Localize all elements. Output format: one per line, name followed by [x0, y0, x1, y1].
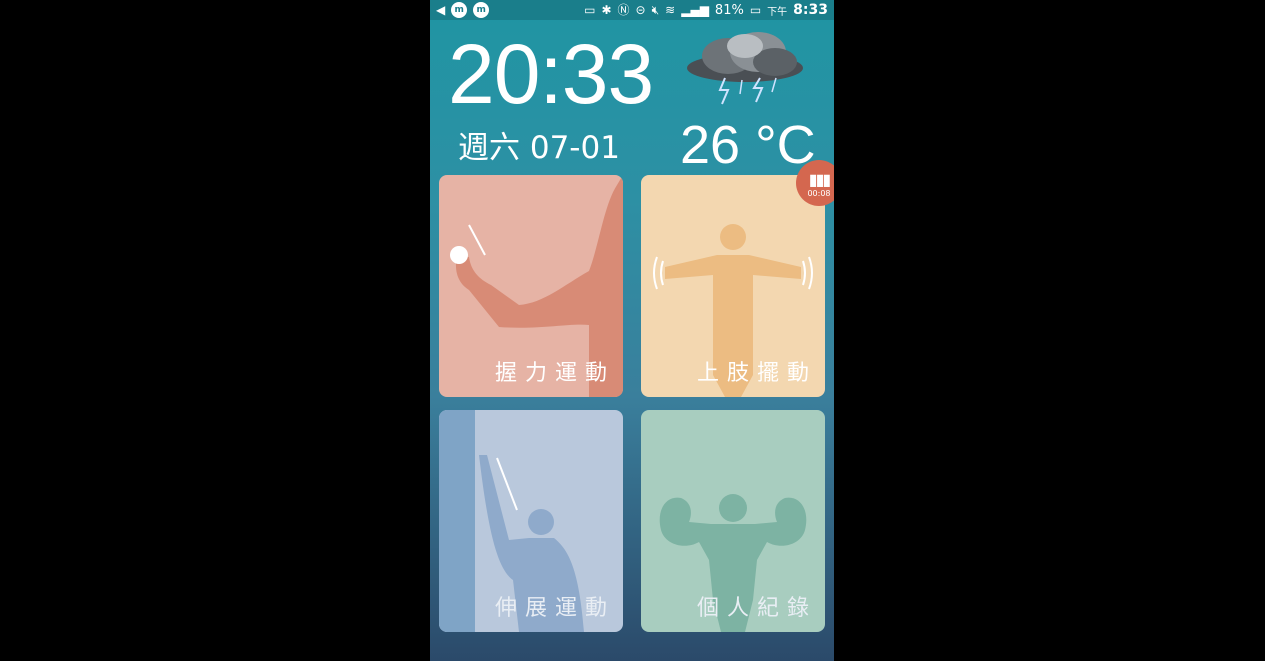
stretch-exercise-tile[interactable]: 伸展運動: [439, 410, 623, 632]
battery-icon: ▭: [749, 3, 762, 17]
battery-percent: 81%: [714, 2, 744, 18]
nfc-icon: Ⓝ: [617, 3, 630, 17]
time-prefix: 下午: [767, 6, 788, 18]
personal-record-tile[interactable]: 個人紀錄: [641, 410, 825, 632]
upper-limb-swing-label: 上肢擺動: [696, 361, 817, 386]
upper-limb-swing-tile[interactable]: 上肢擺動: [641, 175, 825, 397]
grip-exercise-tile[interactable]: 握力運動: [439, 175, 623, 397]
clock: 20:33: [448, 27, 654, 121]
mute-icon: 🔇︎: [651, 3, 660, 17]
status-left-icons: ◀ m m: [436, 2, 490, 18]
laptop-icon: ▭: [584, 3, 596, 17]
stretch-exercise-label: 伸展運動: [494, 596, 615, 621]
phone-screen: ◀ m m ▭ ✱ Ⓝ ⊝ 🔇︎ ≋ ▂▄▆ 81% ▭ 下午 8:33 20:…: [430, 0, 834, 661]
recording-bars-icon: ▮▮▮: [808, 170, 831, 189]
wifi-icon: ≋: [665, 3, 676, 17]
date: 週六 07-01: [458, 130, 620, 166]
app-notification-icon: m: [451, 2, 468, 18]
status-time: 8:33: [793, 2, 828, 18]
bluetooth-icon: ✱: [601, 3, 612, 17]
app-notification-icon: m: [473, 2, 490, 18]
signal-icon: ▂▄▆: [681, 3, 709, 17]
recording-elapsed: 00:08: [807, 189, 831, 198]
screen-recording-badge[interactable]: ▮▮▮ 00:08: [796, 160, 834, 206]
status-right-icons: ▭ ✱ Ⓝ ⊝ 🔇︎ ≋ ▂▄▆ 81% ▭ 下午 8:33: [584, 2, 828, 18]
grip-exercise-label: 握力運動: [494, 361, 615, 386]
back-arrow-icon: ◀: [436, 3, 446, 17]
thunderstorm-cloud-icon: [680, 28, 810, 110]
status-bar: ◀ m m ▭ ✱ Ⓝ ⊝ 🔇︎ ≋ ▂▄▆ 81% ▭ 下午 8:33: [430, 0, 834, 20]
do-not-disturb-icon: ⊝: [635, 3, 646, 17]
personal-record-label: 個人紀錄: [696, 596, 817, 621]
